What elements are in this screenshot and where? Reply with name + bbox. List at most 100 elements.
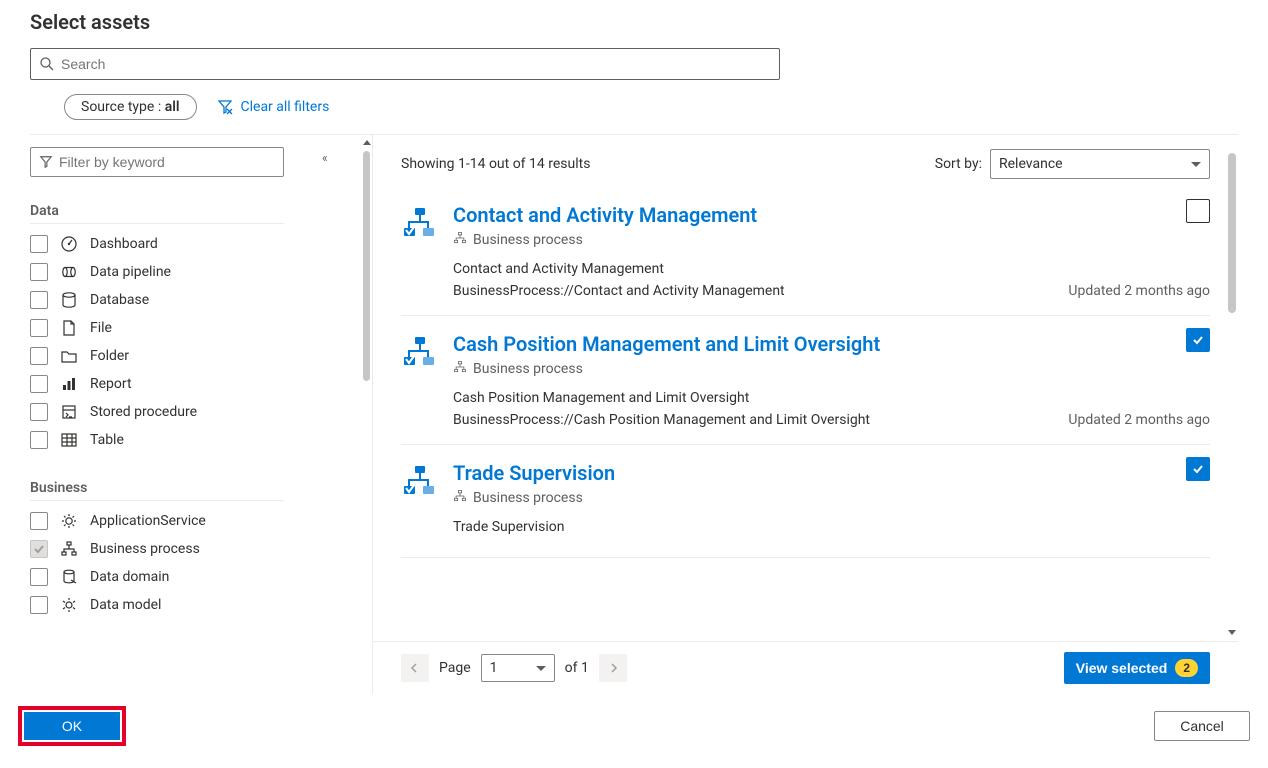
checkbox[interactable] — [30, 347, 48, 365]
page-value: 1 — [490, 660, 498, 676]
facet-item-pipeline[interactable]: Data pipeline — [30, 258, 352, 286]
results-list[interactable]: Contact and Activity Management Business… — [373, 187, 1238, 641]
result-title[interactable]: Contact and Activity Management — [453, 203, 1210, 227]
facet-group-business: Business — [30, 480, 284, 501]
selected-count-badge: 2 — [1175, 659, 1198, 677]
facet-label: Report — [90, 376, 132, 392]
pagination-bar: Page 1 of 1 View selected 2 — [373, 641, 1238, 694]
checkbox[interactable] — [30, 403, 48, 421]
result-description: Cash Position Management and Limit Overs… — [453, 390, 1210, 406]
source-type-filter[interactable]: Source type : all — [64, 94, 197, 120]
checkbox[interactable] — [30, 431, 48, 449]
facet-item-table[interactable]: Table — [30, 426, 352, 454]
facet-item-sproc[interactable]: Stored procedure — [30, 398, 352, 426]
filter-keyword-box[interactable] — [30, 147, 284, 177]
collapse-panel-icon[interactable]: « — [322, 151, 328, 165]
appservice-icon — [60, 512, 78, 530]
source-type-value: all — [165, 99, 180, 115]
search-input[interactable] — [55, 56, 771, 72]
chevron-down-icon — [1191, 162, 1201, 167]
facet-item-database[interactable]: Database — [30, 286, 352, 314]
left-scrollbar[interactable] — [360, 135, 372, 694]
checkbox[interactable] — [30, 568, 48, 586]
result-type-label: Business process — [473, 361, 583, 377]
result-checkbox[interactable] — [1186, 328, 1210, 352]
business-process-icon — [401, 332, 437, 428]
facet-item-report[interactable]: Report — [30, 370, 352, 398]
result-updated: Updated 2 months ago — [1068, 283, 1210, 299]
result-uri: BusinessProcess://Cash Position Manageme… — [453, 412, 870, 428]
result-item: Trade Supervision Business process Trade… — [401, 445, 1210, 558]
sort-select[interactable]: Relevance — [990, 149, 1210, 179]
facet-item-dashboard[interactable]: Dashboard — [30, 230, 352, 258]
table-icon — [60, 431, 78, 449]
checkbox[interactable] — [30, 596, 48, 614]
result-checkbox[interactable] — [1186, 457, 1210, 481]
facet-item-appservice[interactable]: ApplicationService — [30, 507, 352, 535]
view-selected-button[interactable]: View selected 2 — [1064, 652, 1210, 684]
cancel-button[interactable]: Cancel — [1154, 711, 1250, 741]
pipeline-icon — [60, 263, 78, 281]
sproc-icon — [60, 403, 78, 421]
clear-all-label: Clear all filters — [241, 99, 330, 115]
result-description: Contact and Activity Management — [453, 261, 1210, 277]
dashboard-icon — [60, 235, 78, 253]
result-type: Business process — [453, 231, 1210, 249]
facet-item-file[interactable]: File — [30, 314, 352, 342]
facet-item-bizprocess[interactable]: Business process — [30, 535, 352, 563]
chevron-down-icon — [536, 666, 546, 671]
datamodel-icon — [60, 596, 78, 614]
clear-all-filters[interactable]: Clear all filters — [217, 99, 330, 115]
next-page-button[interactable] — [599, 654, 627, 682]
facet-label: Dashboard — [90, 236, 158, 252]
view-selected-label: View selected — [1076, 660, 1168, 676]
facet-label: Data pipeline — [90, 264, 171, 280]
page-select[interactable]: 1 — [481, 654, 555, 682]
checkbox[interactable] — [30, 291, 48, 309]
result-description: Trade Supervision — [453, 519, 1210, 535]
page-title: Select assets — [30, 10, 1238, 34]
checkbox[interactable] — [30, 512, 48, 530]
filter-keyword-input[interactable] — [53, 154, 275, 170]
checkbox[interactable] — [30, 540, 48, 558]
result-item: Cash Position Management and Limit Overs… — [401, 316, 1210, 445]
result-item: Contact and Activity Management Business… — [401, 187, 1210, 316]
results-count: Showing 1-14 out of 14 results — [401, 156, 590, 172]
result-type-label: Business process — [473, 490, 583, 506]
facet-label: ApplicationService — [90, 513, 206, 529]
result-title[interactable]: Cash Position Management and Limit Overs… — [453, 332, 1210, 356]
facet-label: File — [90, 320, 112, 336]
checkbox[interactable] — [30, 375, 48, 393]
search-bar[interactable] — [30, 48, 780, 80]
datadomain-icon — [60, 568, 78, 586]
facet-label: Table — [90, 432, 124, 448]
facet-item-datadomain[interactable]: Data domain — [30, 563, 352, 591]
chevron-right-icon — [608, 663, 618, 673]
source-type-label: Source type : — [81, 99, 161, 115]
result-checkbox[interactable] — [1186, 199, 1210, 223]
checkbox[interactable] — [30, 235, 48, 253]
business-process-icon — [401, 461, 437, 541]
facet-item-folder[interactable]: Folder — [30, 342, 352, 370]
checkbox[interactable] — [30, 263, 48, 281]
ok-highlight: OK — [18, 706, 126, 746]
checkbox[interactable] — [30, 319, 48, 337]
result-title[interactable]: Trade Supervision — [453, 461, 1210, 485]
facet-group-data: Data — [30, 203, 284, 224]
business-process-small-icon — [453, 360, 467, 378]
facet-label: Stored procedure — [90, 404, 197, 420]
ok-button[interactable]: OK — [24, 712, 120, 740]
result-type-label: Business process — [473, 232, 583, 248]
filter-icon — [39, 155, 53, 169]
sort-value: Relevance — [999, 156, 1063, 172]
right-scrollbar[interactable] — [1226, 145, 1238, 635]
facet-item-datamodel[interactable]: Data model — [30, 591, 352, 619]
bizprocess-icon — [60, 540, 78, 558]
page-label: Page — [439, 660, 471, 676]
result-uri: BusinessProcess://Contact and Activity M… — [453, 283, 785, 299]
result-type: Business process — [453, 360, 1210, 378]
folder-icon — [60, 347, 78, 365]
prev-page-button[interactable] — [401, 654, 429, 682]
search-icon — [39, 56, 55, 72]
result-updated: Updated 2 months ago — [1068, 412, 1210, 428]
